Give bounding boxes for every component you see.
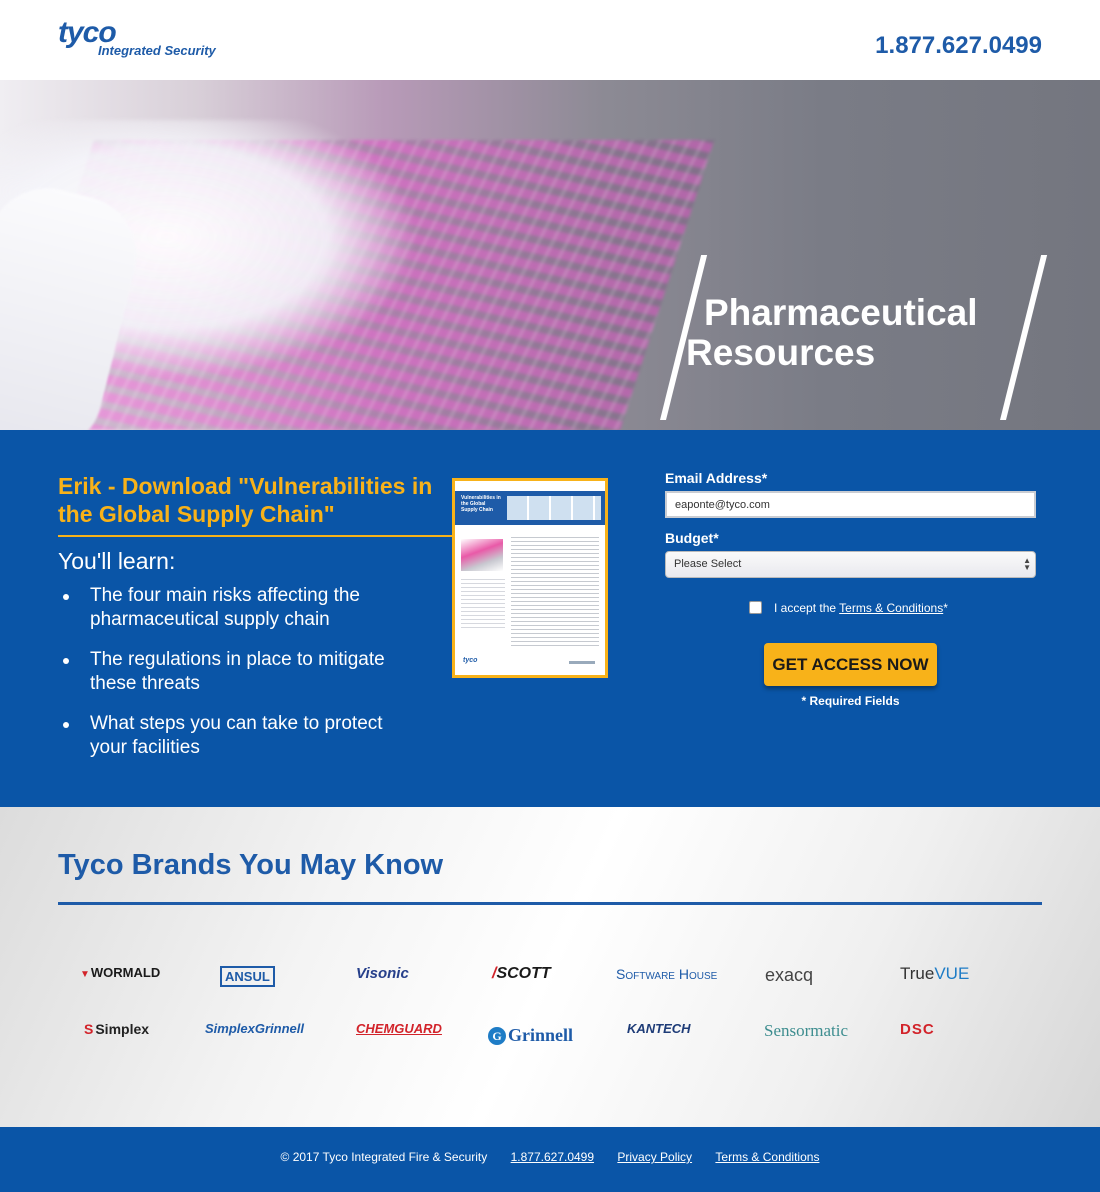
doc-logo: tyco [463,657,478,664]
select-arrows-icon: ▲ ▼ [1023,556,1031,572]
brand-logo-simplexgrinnell: SimplexGrinnell [205,1021,304,1036]
footer-privacy-link[interactable]: Privacy Policy [617,1150,692,1164]
terms-suffix: * [943,601,948,615]
brand-logo-simplex: Simplex [84,1021,149,1037]
learn-heading: You'll learn: [58,548,176,574]
brand-label: SCOTT [496,965,551,982]
terms-prefix: I accept the [774,601,840,615]
learn-item: What steps you can take to protect your … [58,712,418,760]
brand-logo-software-house: Software House [616,966,718,982]
doc-body-text-left [461,579,505,629]
hero-title-line2: Resources [686,332,876,373]
terms-checkbox[interactable] [749,601,762,614]
tyco-logo[interactable]: tyco Integrated Security [58,16,228,64]
brand-logo-sensormatic: Sensormatic [764,1021,849,1040]
doc-header-photos [507,496,601,520]
budget-select[interactable]: Please Select ▲ ▼ [665,551,1036,578]
header-phone-link[interactable]: 1.877.627.0499 [875,32,1042,60]
hero-title-line1: Pharmaceutical [704,292,978,333]
doc-pill-image [461,539,503,571]
brand-logo-exacq: exacq [765,965,814,985]
doc-title: Vulnerabilities in the Global Supply Cha… [461,495,501,513]
header: tyco Integrated Security 1.877.627.0499 [0,0,1100,80]
terms-link[interactable]: Terms & Conditions [839,601,943,615]
brands-title: Tyco Brands You May Know [58,849,444,881]
hero-slash-right [1000,255,1048,420]
learn-item: The regulations in place to mitigate the… [58,648,418,696]
brand-logo-visonic: Visonic [356,965,409,982]
brand-label: True [900,964,935,983]
learn-list: The four main risks affecting the pharma… [58,584,418,776]
brand-logo-kantech: KANTECH [627,1021,691,1036]
brand-label: VUE [934,964,970,983]
footer-phone-link[interactable]: 1.877.627.0499 [511,1150,594,1164]
logo-tagline: Integrated Security [98,43,216,58]
brand-logo-truevue: TrueVUE [900,964,969,984]
doc-body-text [511,537,599,649]
footer: © 2017 Tyco Integrated Fire & Security 1… [0,1127,1100,1192]
budget-selected-value: Please Select [674,558,742,570]
document-thumbnail: Vulnerabilities in the Global Supply Cha… [452,478,608,678]
offer-title: Erik - Download "Vulnerabilities in the … [58,473,433,527]
brand-logo-chemguard: CHEMGUARD [356,1021,442,1036]
doc-header-band: Vulnerabilities in the Global Supply Cha… [455,491,605,525]
footer-copyright: © 2017 Tyco Integrated Fire & Security [280,1150,488,1164]
offer-title-divider [58,535,454,537]
footer-links: © 2017 Tyco Integrated Fire & Security 1… [0,1150,1100,1164]
email-label: Email Address* [665,470,768,486]
access-form: Email Address* Budget* Please Select ▲▼ … [665,470,1037,708]
brands-section: Tyco Brands You May Know WORMALD ANSUL V… [0,807,1100,1127]
footer-terms-link[interactable]: Terms & Conditions [715,1150,819,1164]
brand-logo-wormald: WORMALD [80,965,160,980]
hero-title: Pharmaceutical Resources [686,293,978,373]
learn-item: The four main risks affecting the pharma… [58,584,418,632]
get-access-button[interactable]: GET ACCESS NOW [764,643,937,686]
hero-banner: Pharmaceutical Resources [0,80,1100,430]
budget-label: Budget* [665,530,719,546]
brands-divider [58,902,1042,905]
doc-footer-mark [569,661,595,664]
offer-section: Erik - Download "Vulnerabilities in the … [0,430,1100,807]
brand-logo-dsc: DSC [900,1021,935,1038]
brand-logo-scott: /SCOTT [492,965,551,983]
required-note: * Required Fields [801,694,900,708]
brand-logo-ansul: ANSUL [220,966,275,987]
terms-row: I accept the Terms & Conditions* [749,601,948,615]
email-field[interactable] [665,491,1036,518]
brand-logo-grinnell: Grinnell [488,1025,573,1046]
